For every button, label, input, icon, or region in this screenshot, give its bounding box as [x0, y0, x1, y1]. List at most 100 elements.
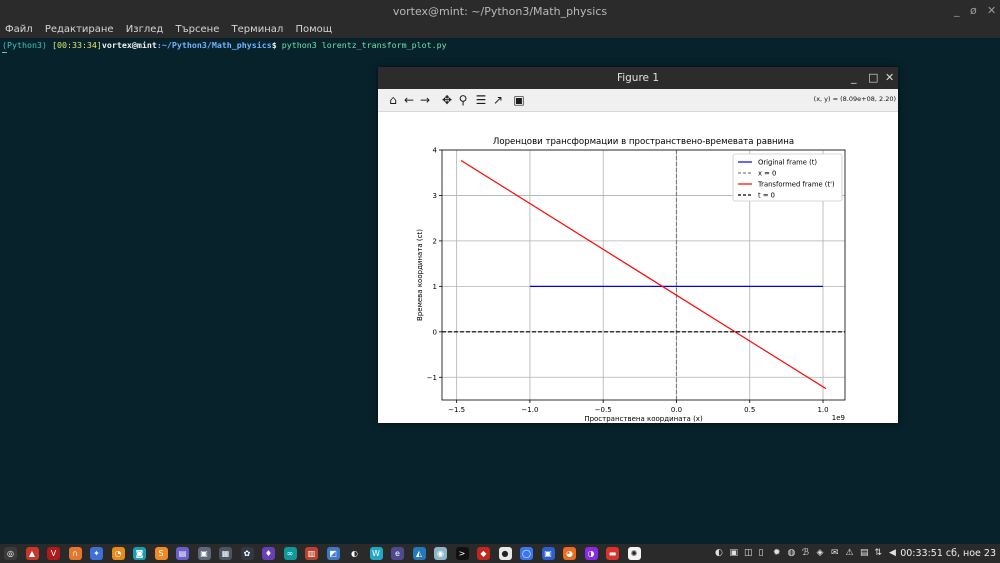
clock[interactable]: 00:33:51 сб, ное 23	[900, 548, 996, 559]
app-chart-icon[interactable]: ◭	[412, 547, 426, 560]
x-tick-label: −1.5	[448, 406, 465, 414]
legend-label-0: Original frame (t)	[758, 159, 817, 167]
home-icon[interactable]: ⌂	[386, 92, 400, 108]
tray-2-icon[interactable]: ▣	[730, 547, 739, 560]
firefox-icon[interactable]: ◕	[563, 547, 576, 560]
app-chat-icon[interactable]: ●	[498, 547, 512, 560]
zoom-icon[interactable]: ⚲	[456, 92, 470, 108]
forward-icon[interactable]: →	[418, 92, 432, 108]
taskbar: ◎ ▲ V ∩ ✦ ◔ ◙ S ▤ ▣ ▦ ✿ ♦ ∞ ▥ ◩ ◐ We ◭ ◉ > ◆ ● ◯ ▣ ◕ ◑ ▬ ✺ ◐ ▣ ◫ ▯ ✹ ◍ ℬ ◈ ✉…	[0, 544, 1000, 563]
menu-file[interactable]: Файл	[5, 22, 33, 38]
figure-close-icon[interactable]: ✕	[885, 71, 894, 84]
figure-minimize-icon[interactable]: _	[851, 71, 857, 84]
x-tick-label: 0.5	[744, 406, 755, 414]
prompt-time: [00:33:34]	[51, 40, 102, 50]
y-tick-label: 0	[433, 328, 437, 336]
pan-icon[interactable]: ✥	[440, 92, 454, 108]
menu-help[interactable]: Помощ	[295, 22, 332, 38]
tray-4-icon[interactable]: ▯	[759, 547, 764, 560]
edit-axis-icon[interactable]: ↗	[491, 92, 505, 108]
menu-icon[interactable]: ◎	[4, 547, 17, 560]
tray-9-icon[interactable]: ✉	[831, 547, 839, 560]
app-eye-icon[interactable]: ◉	[434, 547, 447, 560]
volume-icon[interactable]: ◀	[889, 547, 896, 560]
menu-search[interactable]: Търсене	[175, 22, 219, 38]
cursor-coordinates: (x, y) = (8.09e+08, 2.20)	[813, 95, 896, 103]
tray-6-icon[interactable]: ◍	[788, 547, 796, 560]
tray-7-icon[interactable]: ℬ	[802, 547, 809, 560]
tray-3-icon[interactable]: ◫	[744, 547, 753, 560]
prompt-path: :~/Python3/Math_physics	[156, 40, 272, 50]
app-image-icon[interactable]: ◩	[326, 547, 340, 560]
minimize-icon[interactable]: _	[954, 4, 960, 17]
app-pink-icon[interactable]: ◑	[584, 547, 598, 560]
figure-toolbar: ⌂ ← → ✥ ⚲ ☰ ↗ ▣ (x, y) = (8.09e+08, 2.20…	[378, 89, 898, 112]
app-wave-icon[interactable]: W	[369, 547, 383, 560]
app-red-icon[interactable]: ▲	[25, 547, 39, 560]
x-tick-label: 0.0	[671, 406, 682, 414]
legend-label-3: t = 0	[758, 192, 775, 200]
app-red2-icon[interactable]: ◆	[477, 547, 490, 560]
menu-terminal[interactable]: Терминал	[232, 22, 284, 38]
files-orange-icon[interactable]: ∩	[68, 547, 82, 560]
legend-label-2: Transformed frame (t')	[757, 181, 835, 189]
app-brick-icon[interactable]: ▥	[305, 547, 318, 560]
tray-10-icon[interactable]: ⚠	[846, 547, 854, 560]
terminal-icon[interactable]: >	[455, 547, 469, 560]
tray-5-icon[interactable]: ✹	[773, 547, 781, 560]
tray-1-icon[interactable]: ◐	[715, 547, 723, 560]
x-axis-label: Пространствена координата (x)	[584, 415, 703, 423]
menu-bar: Файл Редактиране Изглед Търсене Терминал…	[0, 22, 1000, 38]
y-tick-label: 2	[433, 237, 437, 245]
signal-icon[interactable]: ◯	[520, 547, 533, 560]
close-icon[interactable]: ✕	[987, 4, 996, 17]
app-grey-icon[interactable]: ▣	[197, 547, 211, 560]
app-pinwheel-icon[interactable]: ✺	[627, 547, 641, 560]
back-icon[interactable]: ←	[402, 92, 416, 108]
x-tick-label: 1.0	[817, 406, 828, 414]
app-box-icon[interactable]: ▦	[219, 547, 232, 560]
folder-red-icon[interactable]: ▬	[606, 547, 619, 560]
arduino-icon[interactable]: ∞	[283, 547, 297, 560]
configure-subplots-icon[interactable]: ☰	[474, 92, 488, 108]
figure-window: Figure 1 _ □ ✕ ⌂ ← → ✥ ⚲ ☰ ↗ ▣ (x, y) = …	[378, 67, 898, 423]
tray-8-icon[interactable]: ◈	[817, 547, 824, 560]
menu-view[interactable]: Изглед	[126, 22, 164, 38]
x-offset-label: 1e9	[832, 414, 845, 422]
terminal-cursor	[2, 52, 7, 53]
blender-icon[interactable]: ◔	[111, 547, 125, 560]
prompt-command: python3 lorentz_transform_plot.py	[276, 40, 447, 50]
flag-icon[interactable]: ▤	[860, 547, 869, 560]
tray-11-icon[interactable]: ⇅	[875, 547, 883, 560]
terminal-titlebar[interactable]: vortex@mint: ~/Python3/Math_physics _ ø …	[0, 0, 1000, 22]
y-tick-label: −1	[427, 374, 437, 382]
x-tick-label: −1.0	[521, 406, 538, 414]
app-blue2-icon[interactable]: ▣	[541, 547, 555, 560]
app-teal-icon[interactable]: ◙	[133, 547, 146, 560]
figure-maximize-icon[interactable]: □	[868, 71, 878, 84]
plot-canvas[interactable]: −1.5 −1.0 −0.5 0.0 0.5 1.0 −1 0 1 2 3 4 1e9 Лоренцови…	[378, 112, 898, 423]
y-axis-label: Времева координата (ct)	[416, 229, 424, 321]
window-title: vortex@mint: ~/Python3/Math_physics	[392, 5, 608, 18]
figure-titlebar[interactable]: Figure 1 _ □ ✕	[378, 67, 898, 89]
app-violet-icon[interactable]: ♦	[262, 547, 275, 560]
y-tick-label: 1	[433, 283, 437, 291]
app-purple-icon[interactable]: ▤	[176, 547, 189, 560]
menu-edit[interactable]: Редактиране	[45, 22, 114, 38]
vivaldi-icon[interactable]: V	[47, 547, 60, 560]
y-tick-label: 4	[433, 147, 438, 155]
x-tick-label: −0.5	[595, 406, 612, 414]
app-blue-icon[interactable]: ✦	[90, 547, 103, 560]
prompt-env: (Python3)	[2, 40, 47, 50]
figure-title: Figure 1	[616, 72, 660, 84]
y-tick-label: 3	[433, 192, 437, 200]
prompt-user: vortex@mint	[101, 40, 157, 50]
eclipse-icon[interactable]: e	[391, 547, 404, 560]
maximize-icon[interactable]: ø	[970, 4, 977, 17]
sublime-icon[interactable]: S	[154, 547, 168, 560]
app-circle-icon[interactable]: ◐	[348, 547, 361, 560]
prompt-line: (Python3) [00:33:34]vortex@mint:~/Python…	[2, 40, 447, 50]
save-icon[interactable]: ▣	[512, 92, 526, 108]
legend-label-1: x = 0	[758, 170, 776, 178]
app-white-icon[interactable]: ✿	[240, 547, 254, 560]
